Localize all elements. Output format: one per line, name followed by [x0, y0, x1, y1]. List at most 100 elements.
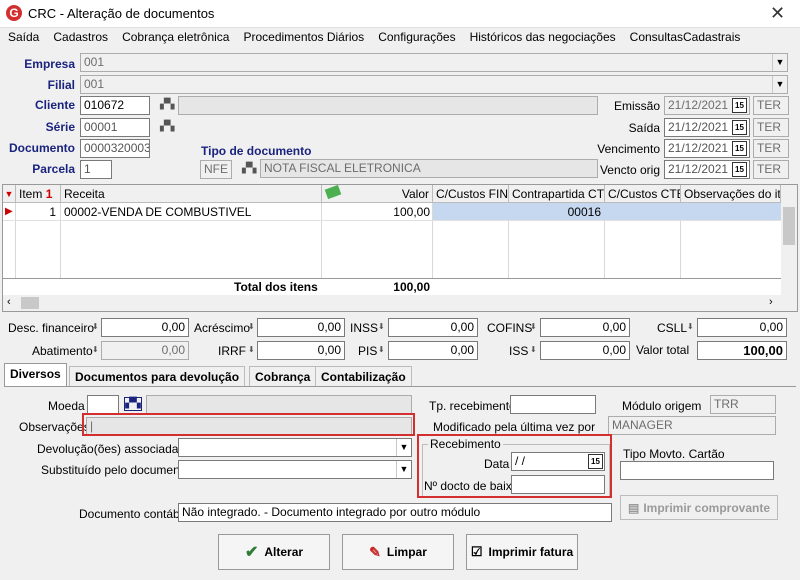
moeda-input[interactable] [87, 395, 119, 414]
empresa-select[interactable]: 001 [80, 53, 788, 72]
grid-total-row: Total dos itens 100,00 [3, 278, 781, 294]
arrow-down-icon: ⬇ [92, 345, 99, 354]
parcela-input[interactable]: 1 [80, 160, 112, 179]
iss-label: ISS [509, 344, 529, 358]
vencto-orig-label: Vencto orig [599, 163, 660, 177]
col-item-label: Item [19, 187, 43, 201]
search-binoculars-icon[interactable]: ▞▚ [160, 121, 174, 132]
chevron-down-icon[interactable]: ▼ [772, 54, 787, 71]
arrow-down-icon: ⬇ [687, 322, 694, 331]
eraser-icon: ✎ [369, 543, 381, 560]
col-contrapartida[interactable]: Contrapartida CTB [509, 185, 605, 203]
calendar-icon[interactable]: 15 [732, 162, 747, 177]
cell-receita: 00002-VENDA DE COMBUSTIVEL [64, 205, 252, 219]
app-logo-icon: G [6, 5, 22, 21]
filial-label: Filial [47, 78, 75, 92]
menu-saida[interactable]: Saída [8, 30, 39, 44]
menu-historicos[interactable]: Históricos das negociações [470, 30, 616, 44]
title-bar: G CRC - Alteração de documentos ✕ [0, 0, 800, 28]
substituido-select[interactable] [178, 460, 412, 479]
doc-contabil-label: Documento contábil [79, 507, 186, 521]
cliente-input[interactable]: 010672 [80, 96, 150, 115]
chevron-left-icon[interactable]: ‹ [7, 296, 11, 308]
desc-fin-input[interactable]: 0,00 [101, 318, 189, 337]
acrescimo-input[interactable]: 0,00 [257, 318, 345, 337]
search-binoculars-icon[interactable]: ▞▚ [160, 99, 174, 110]
tipo-movto-input[interactable] [620, 461, 774, 480]
arrow-down-icon: ⬇ [248, 345, 255, 354]
grid-hscroll[interactable]: ‹ › [3, 295, 797, 311]
tab-diversos[interactable]: Diversos [4, 363, 67, 387]
menu-cobranca[interactable]: Cobrança eletrônica [122, 30, 229, 44]
menu-bar: Saída Cadastros Cobrança eletrônica Procedi… [8, 30, 754, 46]
cell-valor: 100,00 [393, 205, 430, 219]
acrescimo-label: Acréscimo [194, 321, 251, 335]
col-item[interactable]: Item 1 [16, 185, 61, 203]
calendar-icon[interactable]: 15 [732, 120, 747, 135]
cofins-label: COFINS [487, 321, 533, 335]
chevron-right-icon[interactable]: › [769, 296, 773, 308]
filial-select[interactable]: 001 [80, 75, 788, 94]
documento-label: Documento [9, 141, 75, 155]
csll-input[interactable]: 0,00 [697, 318, 787, 337]
menu-configuracoes[interactable]: Configurações [378, 30, 455, 44]
tab-documentos-devolucao[interactable]: Documentos para devolução [69, 366, 246, 387]
serie-input[interactable]: 00001 [80, 118, 150, 137]
iss-input[interactable]: 0,00 [540, 341, 630, 360]
alterar-button[interactable]: ✔ Alterar [218, 534, 330, 570]
abatimento-input[interactable]: 0,00 [101, 341, 189, 360]
search-binoculars-icon[interactable]: ▞▚ [242, 163, 256, 174]
arrow-down-icon: ⬇ [530, 345, 537, 354]
arrow-down-icon: ⬇ [378, 322, 385, 331]
empresa-value: 001 [84, 55, 105, 69]
search-binoculars-icon[interactable]: ▞▚ [124, 397, 142, 411]
devolucao-label: Devolução(ões) associada(s) [37, 442, 193, 456]
chevron-down-icon[interactable]: ▼ [396, 439, 411, 456]
imprimir-fatura-button[interactable]: ☑ Imprimir fatura [466, 534, 578, 570]
grid-vscroll[interactable] [781, 185, 797, 295]
menu-cadastros[interactable]: Cadastros [53, 30, 108, 44]
close-icon[interactable]: ✕ [770, 3, 785, 24]
calendar-icon[interactable]: 15 [732, 141, 747, 156]
recebimento-highlight [417, 434, 612, 498]
tab-cobranca[interactable]: Cobrança [249, 366, 317, 387]
tipo-doc-code[interactable]: NFE [200, 160, 232, 179]
arrow-down-icon: ⬇ [378, 345, 385, 354]
menu-procedimentos[interactable]: Procedimentos Diários [243, 30, 364, 44]
col-obs[interactable]: Observações do item [681, 185, 781, 203]
tab-contabilizacao[interactable]: Contabilização [315, 366, 412, 387]
documento-input[interactable]: 0000320003 [80, 139, 150, 158]
check-icon: ✔ [244, 544, 259, 561]
cofins-input[interactable]: 0,00 [540, 318, 630, 337]
chevron-down-icon[interactable]: ▼ [396, 461, 411, 478]
menu-consultas[interactable]: ConsultasCadastrais [630, 30, 741, 44]
arrow-down-icon: ⬇ [248, 322, 255, 331]
valor-total-value: 100,00 [697, 341, 787, 360]
col-ccfin[interactable]: C/Custos FIN [433, 185, 509, 203]
inss-input[interactable]: 0,00 [388, 318, 478, 337]
moeda-label: Moeda [48, 399, 85, 413]
calendar-icon[interactable]: 15 [732, 98, 747, 113]
col-receita[interactable]: Receita [61, 185, 322, 203]
col-valor[interactable]: Valor [322, 185, 433, 203]
table-row[interactable]: ▶ 1 00002-VENDA DE COMBUSTIVEL 100,00 00… [3, 203, 781, 221]
empresa-label: Empresa [24, 57, 75, 71]
tipo-movto-label: Tipo Movto. Cartão [623, 447, 725, 461]
cliente-label: Cliente [34, 98, 75, 112]
grid-indicator-header: ▼ [3, 185, 16, 203]
devolucao-select[interactable] [178, 438, 412, 457]
tipo-documento-label: Tipo de documento [201, 144, 312, 158]
filial-value: 001 [84, 77, 105, 91]
imprimir-comprovante-label: Imprimir comprovante [643, 500, 771, 515]
tp-recebimento-input[interactable] [510, 395, 596, 414]
printer-icon: ▤ [627, 500, 640, 515]
chevron-down-icon[interactable]: ▼ [772, 76, 787, 93]
imprimir-comprovante-button[interactable]: ▤ Imprimir comprovante [620, 495, 778, 520]
imprimir-fatura-label: Imprimir fatura [488, 545, 574, 559]
col-ccctb[interactable]: C/Custos CTB [605, 185, 681, 203]
irrf-input[interactable]: 0,00 [257, 341, 345, 360]
limpar-button[interactable]: ✎ Limpar [342, 534, 454, 570]
cell-ccctb [605, 203, 681, 220]
vencimento-day: TER [753, 139, 789, 158]
pis-input[interactable]: 0,00 [388, 341, 478, 360]
